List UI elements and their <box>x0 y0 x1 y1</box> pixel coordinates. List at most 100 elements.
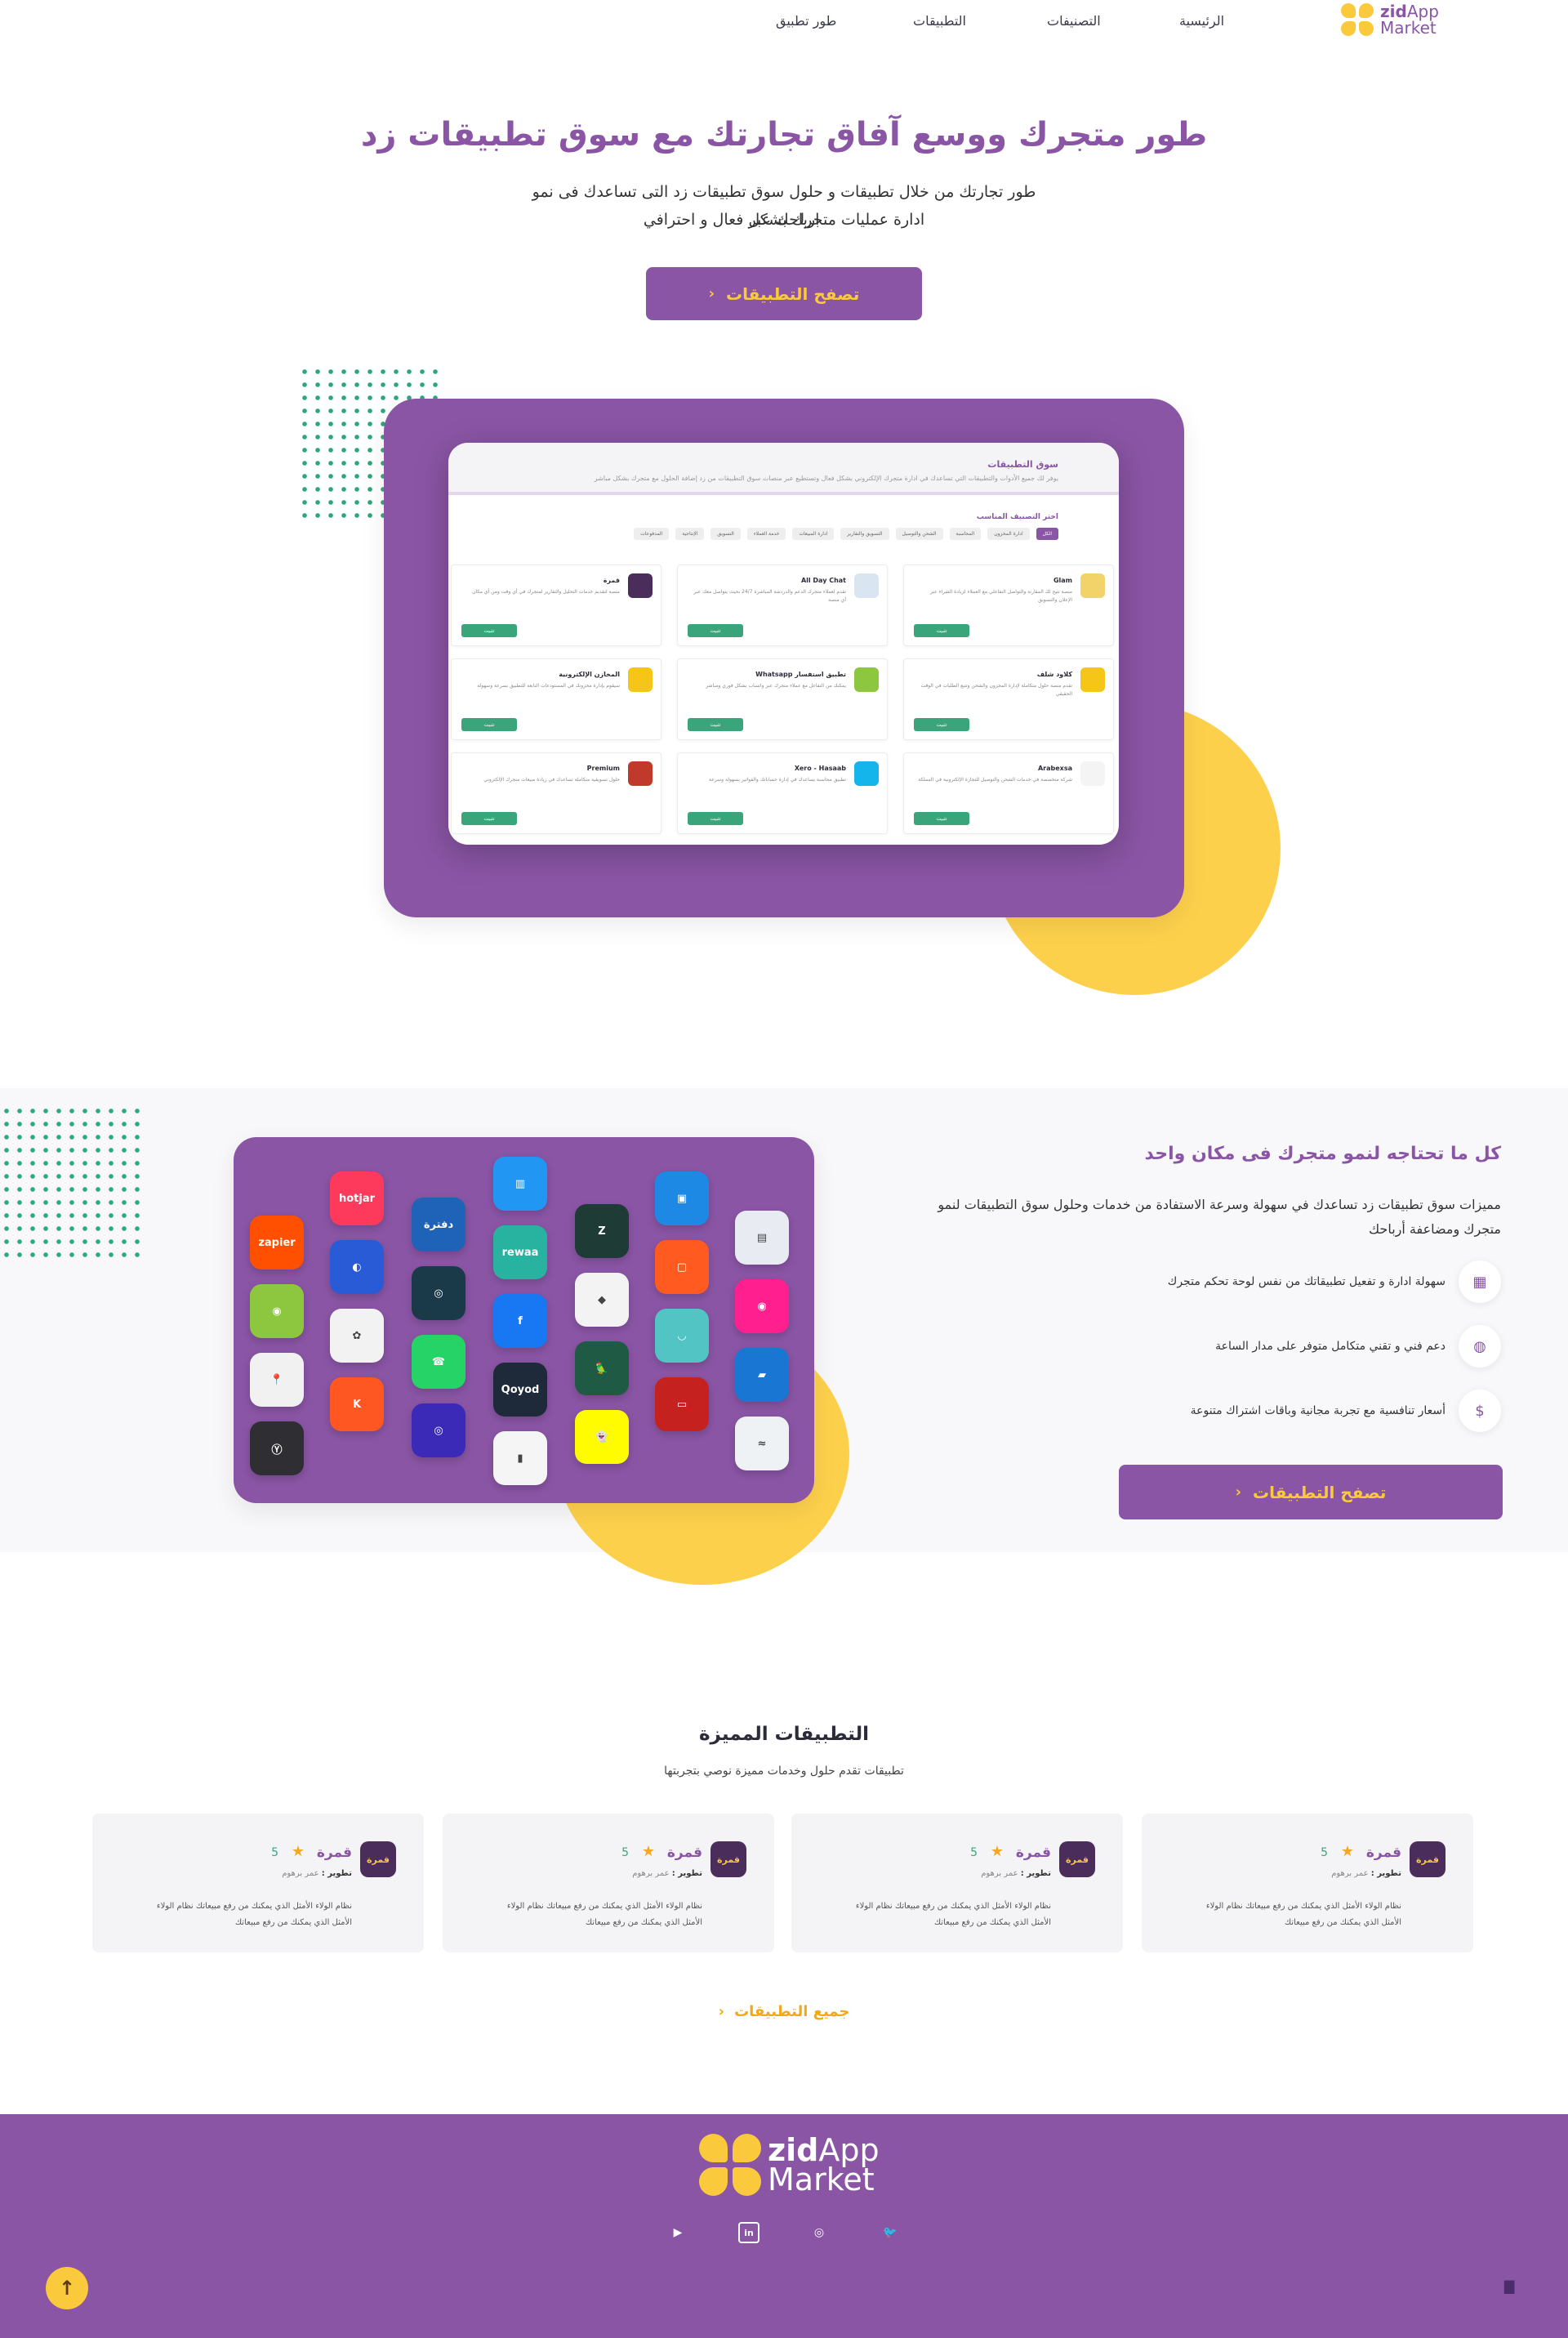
chat-icon[interactable]: ▇ <box>1504 2278 1514 2294</box>
mockup-app-desc: شركة متخصصة في خدمات الشحن والتوصيل للتج… <box>918 777 1072 783</box>
chip-accounting[interactable]: المحاسبة <box>949 528 982 540</box>
instagram-icon[interactable]: ◎ <box>808 2222 830 2243</box>
app-logo-icon <box>628 667 653 692</box>
chip-all[interactable]: الكل <box>1036 528 1058 540</box>
mockup-app-name: كلاود شلف <box>1036 671 1072 678</box>
mockup-app-desc: تقدم منصة حلول متكاملة لإدارة المخزون وا… <box>920 683 1072 697</box>
app-tile-icon: ▰ <box>735 1348 789 1402</box>
scroll-top-button[interactable]: ↑ <box>46 2267 88 2309</box>
chip-inventory[interactable]: ادارة المخزون <box>987 528 1030 540</box>
features-subtitle-line2: متجرك ومضاعفة أرباحك <box>1368 1221 1501 1237</box>
mockup-app-card[interactable]: Premium حلول تسويقية متكاملة تساعدك في زي… <box>451 752 662 834</box>
featured-app-card[interactable]: قمرة قمرة ★ 5 تطوير : عمر برهوم نظام الولاء ا… <box>92 1814 424 1952</box>
feature-text-support: دعم فني و تقني متكامل متوفر على مدار الس… <box>1215 1340 1446 1353</box>
features-subtitle-line1: مميزات سوق تطبيقات زد تساعدك في سهولة وس… <box>938 1197 1501 1212</box>
chevron-left-icon: ‹ <box>1235 1484 1242 1501</box>
app-tile-icon: Qoyod <box>493 1363 547 1417</box>
hero-browse-button[interactable]: تصفح التطبيقات ‹ <box>646 267 922 320</box>
hero-subtitle-line2: ادارة عمليات متجرك بشكل فعال و احترافي <box>643 211 925 229</box>
chip-shipping[interactable]: الشحن والتوصيل <box>895 528 943 540</box>
app-tile-icon: ◡ <box>655 1309 709 1363</box>
install-button[interactable]: تثبيت <box>688 812 743 825</box>
mockup-app-card[interactable]: Xero - Hasaab تطبيق محاسبة يساعدك في إدار… <box>677 752 888 834</box>
install-button[interactable]: تثبيت <box>688 718 743 731</box>
install-button[interactable]: تثبيت <box>914 624 969 637</box>
developer-name: عمر برهوم <box>981 1869 1018 1878</box>
app-tile-icon: 🦜 <box>575 1341 629 1395</box>
all-apps-link[interactable]: جميع التطبيقات ‹ <box>0 2003 1568 2020</box>
app-tile-icon: ▣ <box>655 1171 709 1225</box>
featured-app-card[interactable]: قمرة قمرة ★ 5 تطوير : عمر برهوم نظام الولاء ا… <box>1142 1814 1473 1952</box>
app-logo-icon <box>1080 573 1105 598</box>
hero-browse-label: تصفح التطبيقات <box>726 283 860 304</box>
youtube-icon[interactable]: ▶ <box>667 2222 688 2243</box>
mockup-app-desc: حلول تسويقية متكاملة تساعدك في زيادة مبي… <box>483 777 620 783</box>
mockup-title: سوق التطبيقات <box>987 459 1058 470</box>
mockup-app-name: Premium <box>586 765 620 772</box>
featured-app-desc: نظام الولاء الأمثل الذي يمكنك من رفع مبي… <box>506 1902 702 1927</box>
mockup-app-card[interactable]: المخازن الإلكترونية سيقوم بإدارة مخزونك ف… <box>451 658 662 740</box>
app-tile-icon: hotjar <box>330 1171 384 1225</box>
feature-text-pricing: أسعار تنافسية مع تجربة مجانية وباقات اشت… <box>1190 1404 1446 1417</box>
linkedin-icon[interactable]: in <box>738 2222 760 2243</box>
featured-app-developer: تطوير : عمر برهوم <box>1331 1869 1401 1878</box>
mockup-app-desc: منصة لتقديم خدمات التحليل والتقارير لمتج… <box>472 589 620 595</box>
developer-label: تطوير : <box>321 1869 352 1878</box>
featured-app-desc: نظام الولاء الأمثل الذي يمكنك من رفع مبي… <box>1205 1902 1401 1927</box>
nav-develop-app[interactable]: طور تطبيق <box>776 13 836 29</box>
chip-sales[interactable]: ادارة المبيعات <box>792 528 835 540</box>
featured-app-card[interactable]: قمرة قمرة ★ 5 تطوير : عمر برهوم نظام الولاء ا… <box>791 1814 1123 1952</box>
install-button[interactable]: تثبيت <box>688 624 743 637</box>
logo-word-market: Market <box>1380 18 1437 38</box>
chip-customer-service[interactable]: خدمة العملاء <box>746 528 786 540</box>
twitter-icon[interactable]: 🐦 <box>880 2222 901 2243</box>
install-button[interactable]: تثبيت <box>461 624 517 637</box>
featured-subtitle: تطبيقات تقدم حلول وخدمات مميزة نوصي بتجر… <box>664 1765 904 1778</box>
app-tile-icon: ▮ <box>493 1431 547 1485</box>
mockup-app-name: Arabexsa <box>1037 765 1072 772</box>
chip-marketing[interactable]: التسويق <box>710 528 741 540</box>
nav-apps[interactable]: التطبيقات <box>913 13 966 29</box>
app-tile-icon: ☎ <box>412 1335 466 1389</box>
header-logo[interactable]: zidApp Market <box>1341 3 1439 36</box>
developer-name: عمر برهوم <box>282 1869 319 1878</box>
footer-logo[interactable]: zidApp Market <box>699 2134 880 2196</box>
install-button[interactable]: تثبيت <box>461 718 517 731</box>
chip-payments[interactable]: المدفوعات <box>634 528 670 540</box>
app-logo-icon <box>854 761 879 786</box>
app-logo-icon: قمرة <box>360 1841 396 1877</box>
nav-categories[interactable]: التصنيفات <box>1047 13 1101 29</box>
app-tile-icon: Z <box>575 1204 629 1258</box>
featured-app-card[interactable]: قمرة قمرة ★ 5 تطوير : عمر برهوم نظام الولاء ا… <box>443 1814 774 1952</box>
featured-app-name: قمرة <box>666 1845 702 1861</box>
mockup-app-card[interactable]: All Day Chat تقدم لعملاء متجرك الدعم والد… <box>677 564 888 646</box>
app-tile-icon: ▥ <box>493 1157 547 1211</box>
app-tile-icon: Ⓨ <box>250 1421 304 1475</box>
install-button[interactable]: تثبيت <box>914 718 969 731</box>
app-tile-icon: ◆ <box>575 1273 629 1327</box>
featured-app-name: قمرة <box>316 1845 352 1861</box>
install-button[interactable]: تثبيت <box>461 812 517 825</box>
mockup-app-card[interactable]: قمرة منصة لتقديم خدمات التحليل والتقارير … <box>451 564 662 646</box>
app-tile-icon: ◎ <box>412 1403 466 1457</box>
chip-marketing-reports[interactable]: التسويق والتقارير <box>840 528 889 540</box>
nav-home[interactable]: الرئيسية <box>1179 13 1224 29</box>
mockup-app-card[interactable]: تطبيق استفسار Whatsapp يمكنك من التفاعل م… <box>677 658 888 740</box>
logo-icon <box>699 2134 761 2196</box>
mockup-app-name: All Day Chat <box>800 577 846 584</box>
mockup-app-card[interactable]: Glam منصة تتيح لك المقارنة والتواصل التفا… <box>903 564 1114 646</box>
install-button[interactable]: تثبيت <box>914 812 969 825</box>
app-tile-icon: ◐ <box>330 1240 384 1294</box>
dashboard-icon: ▦ <box>1459 1260 1501 1303</box>
mockup-app-card[interactable]: Arabexsa شركة متخصصة في خدمات الشحن والتو… <box>903 752 1114 834</box>
app-tile-icon: ▤ <box>735 1211 789 1265</box>
featured-app-developer: تطوير : عمر برهوم <box>632 1869 702 1878</box>
mockup-app-desc: تقدم لعملاء متجرك الدعم والدردشة المباشر… <box>693 589 846 603</box>
mockup-app-card[interactable]: كلاود شلف تقدم منصة حلول متكاملة لإدارة ا… <box>903 658 1114 740</box>
features-browse-button[interactable]: تصفح التطبيقات ‹ <box>1119 1465 1503 1519</box>
star-icon: ★ <box>1340 1843 1354 1860</box>
featured-app-name: قمرة <box>1015 1845 1051 1861</box>
mockup-app-name: قمرة <box>603 577 620 584</box>
chip-productivity[interactable]: الإنتاجية <box>675 528 705 540</box>
features-browse-label: تصفح التطبيقات <box>1253 1482 1387 1502</box>
